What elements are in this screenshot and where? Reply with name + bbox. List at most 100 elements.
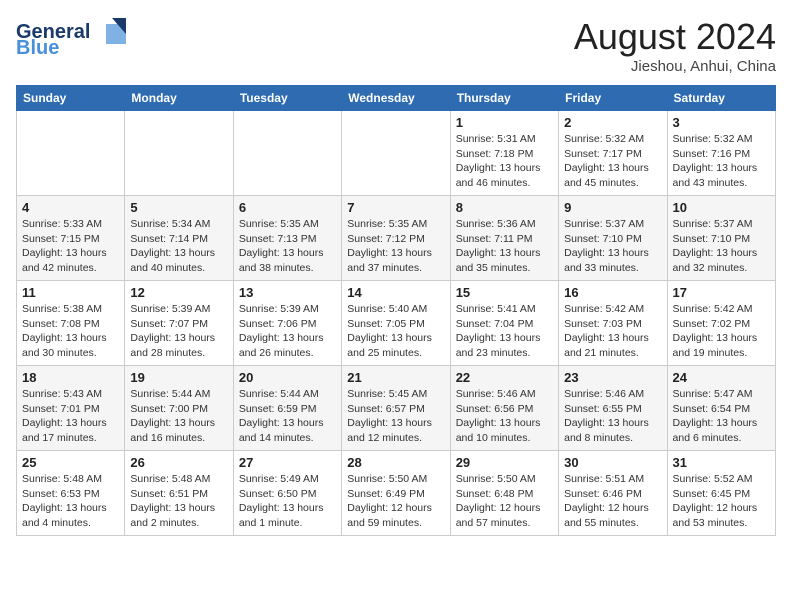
day-cell: 18Sunrise: 5:43 AMSunset: 7:01 PMDayligh… [17, 366, 125, 451]
day-info: Sunrise: 5:39 AMSunset: 7:06 PMDaylight:… [239, 302, 336, 361]
col-thursday: Thursday [450, 86, 558, 111]
col-monday: Monday [125, 86, 233, 111]
day-number: 30 [564, 455, 661, 470]
day-number: 23 [564, 370, 661, 385]
week-row-4: 18Sunrise: 5:43 AMSunset: 7:01 PMDayligh… [17, 366, 776, 451]
col-wednesday: Wednesday [342, 86, 450, 111]
day-number: 14 [347, 285, 444, 300]
day-info: Sunrise: 5:37 AMSunset: 7:10 PMDaylight:… [564, 217, 661, 276]
day-cell: 7Sunrise: 5:35 AMSunset: 7:12 PMDaylight… [342, 196, 450, 281]
week-row-2: 4 Sunrise: 5:33 AMSunset: 7:15 PMDaylight… [17, 196, 776, 281]
day-cell: 20 Sunrise: 5:44 AMSunset: 6:59 PMDayligh… [233, 366, 341, 451]
day-number: 31 [673, 455, 770, 470]
location: Jieshou, Anhui, China [574, 58, 776, 75]
day-number: 29 [456, 455, 553, 470]
day-number: 12 [130, 285, 227, 300]
week-row-1: 1 Sunrise: 5:31 AMSunset: 7:18 PMDaylight… [17, 111, 776, 196]
day-number: 8 [456, 200, 553, 215]
day-info: Sunrise: 5:49 AMSunset: 6:50 PMDaylight:… [239, 472, 336, 531]
day-info: Sunrise: 5:46 AMSunset: 6:56 PMDaylight:… [456, 387, 553, 446]
day-info: Sunrise: 5:44 AMSunset: 7:00 PMDaylight:… [130, 387, 227, 446]
day-cell: 6Sunrise: 5:35 AMSunset: 7:13 PMDaylight… [233, 196, 341, 281]
page-header: General Blue August 2024 Jieshou, Anhui,… [16, 16, 776, 75]
week-row-3: 11 Sunrise: 5:38 AMSunset: 7:08 PMDayligh… [17, 281, 776, 366]
day-cell: 8 Sunrise: 5:36 AMSunset: 7:11 PMDaylight… [450, 196, 558, 281]
day-cell: 14 Sunrise: 5:40 AMSunset: 7:05 PMDayligh… [342, 281, 450, 366]
day-cell: 16 Sunrise: 5:42 AMSunset: 7:03 PMDayligh… [559, 281, 667, 366]
day-info: Sunrise: 5:37 AMSunset: 7:10 PMDaylight:… [673, 217, 770, 276]
logo-icon: General Blue [16, 16, 126, 54]
day-number: 13 [239, 285, 336, 300]
day-number: 2 [564, 115, 661, 130]
day-cell: 3Sunrise: 5:32 AMSunset: 7:16 PMDaylight… [667, 111, 775, 196]
day-number: 7 [347, 200, 444, 215]
day-number: 11 [22, 285, 119, 300]
day-number: 21 [347, 370, 444, 385]
day-number: 5 [130, 200, 227, 215]
day-info: Sunrise: 5:47 AMSunset: 6:54 PMDaylight:… [673, 387, 770, 446]
day-info: Sunrise: 5:42 AMSunset: 7:03 PMDaylight:… [564, 302, 661, 361]
day-cell: 17Sunrise: 5:42 AMSunset: 7:02 PMDayligh… [667, 281, 775, 366]
day-cell: 28 Sunrise: 5:50 AMSunset: 6:49 PMDayligh… [342, 451, 450, 536]
week-row-5: 25 Sunrise: 5:48 AMSunset: 6:53 PMDayligh… [17, 451, 776, 536]
day-info: Sunrise: 5:46 AMSunset: 6:55 PMDaylight:… [564, 387, 661, 446]
day-number: 9 [564, 200, 661, 215]
month-title: August 2024 [574, 16, 776, 58]
day-info: Sunrise: 5:50 AMSunset: 6:48 PMDaylight:… [456, 472, 553, 531]
day-info: Sunrise: 5:32 AMSunset: 7:17 PMDaylight:… [564, 132, 661, 191]
day-number: 4 [22, 200, 119, 215]
col-friday: Friday [559, 86, 667, 111]
day-number: 1 [456, 115, 553, 130]
title-area: August 2024 Jieshou, Anhui, China [574, 16, 776, 75]
logo: General Blue [16, 16, 126, 54]
day-info: Sunrise: 5:38 AMSunset: 7:08 PMDaylight:… [22, 302, 119, 361]
day-number: 6 [239, 200, 336, 215]
day-info: Sunrise: 5:33 AMSunset: 7:15 PMDaylight:… [22, 217, 119, 276]
day-cell: 13 Sunrise: 5:39 AMSunset: 7:06 PMDayligh… [233, 281, 341, 366]
day-cell: 4 Sunrise: 5:33 AMSunset: 7:15 PMDaylight… [17, 196, 125, 281]
day-cell [342, 111, 450, 196]
day-info: Sunrise: 5:43 AMSunset: 7:01 PMDaylight:… [22, 387, 119, 446]
day-cell: 1 Sunrise: 5:31 AMSunset: 7:18 PMDaylight… [450, 111, 558, 196]
day-number: 16 [564, 285, 661, 300]
day-cell [125, 111, 233, 196]
day-cell: 9 Sunrise: 5:37 AMSunset: 7:10 PMDaylight… [559, 196, 667, 281]
calendar-table: Sunday Monday Tuesday Wednesday Thursday… [16, 85, 776, 536]
day-number: 17 [673, 285, 770, 300]
day-info: Sunrise: 5:48 AMSunset: 6:53 PMDaylight:… [22, 472, 119, 531]
svg-text:Blue: Blue [16, 37, 59, 54]
col-saturday: Saturday [667, 86, 775, 111]
day-info: Sunrise: 5:39 AMSunset: 7:07 PMDaylight:… [130, 302, 227, 361]
day-cell: 21 Sunrise: 5:45 AMSunset: 6:57 PMDayligh… [342, 366, 450, 451]
day-cell: 27 Sunrise: 5:49 AMSunset: 6:50 PMDayligh… [233, 451, 341, 536]
day-info: Sunrise: 5:45 AMSunset: 6:57 PMDaylight:… [347, 387, 444, 446]
day-number: 25 [22, 455, 119, 470]
day-info: Sunrise: 5:50 AMSunset: 6:49 PMDaylight:… [347, 472, 444, 531]
day-number: 28 [347, 455, 444, 470]
day-info: Sunrise: 5:31 AMSunset: 7:18 PMDaylight:… [456, 132, 553, 191]
day-cell: 25 Sunrise: 5:48 AMSunset: 6:53 PMDayligh… [17, 451, 125, 536]
day-info: Sunrise: 5:40 AMSunset: 7:05 PMDaylight:… [347, 302, 444, 361]
day-cell: 24Sunrise: 5:47 AMSunset: 6:54 PMDayligh… [667, 366, 775, 451]
day-number: 27 [239, 455, 336, 470]
day-cell: 19 Sunrise: 5:44 AMSunset: 7:00 PMDayligh… [125, 366, 233, 451]
day-info: Sunrise: 5:41 AMSunset: 7:04 PMDaylight:… [456, 302, 553, 361]
day-cell: 22Sunrise: 5:46 AMSunset: 6:56 PMDayligh… [450, 366, 558, 451]
day-cell: 23 Sunrise: 5:46 AMSunset: 6:55 PMDayligh… [559, 366, 667, 451]
day-cell: 29 Sunrise: 5:50 AMSunset: 6:48 PMDayligh… [450, 451, 558, 536]
col-tuesday: Tuesday [233, 86, 341, 111]
col-sunday: Sunday [17, 86, 125, 111]
day-cell [233, 111, 341, 196]
day-info: Sunrise: 5:34 AMSunset: 7:14 PMDaylight:… [130, 217, 227, 276]
day-number: 19 [130, 370, 227, 385]
day-info: Sunrise: 5:44 AMSunset: 6:59 PMDaylight:… [239, 387, 336, 446]
header-row: Sunday Monday Tuesday Wednesday Thursday… [17, 86, 776, 111]
day-info: Sunrise: 5:48 AMSunset: 6:51 PMDaylight:… [130, 472, 227, 531]
day-info: Sunrise: 5:36 AMSunset: 7:11 PMDaylight:… [456, 217, 553, 276]
day-cell: 5 Sunrise: 5:34 AMSunset: 7:14 PMDaylight… [125, 196, 233, 281]
day-number: 15 [456, 285, 553, 300]
day-number: 20 [239, 370, 336, 385]
day-cell: 26 Sunrise: 5:48 AMSunset: 6:51 PMDayligh… [125, 451, 233, 536]
day-info: Sunrise: 5:32 AMSunset: 7:16 PMDaylight:… [673, 132, 770, 191]
day-number: 26 [130, 455, 227, 470]
